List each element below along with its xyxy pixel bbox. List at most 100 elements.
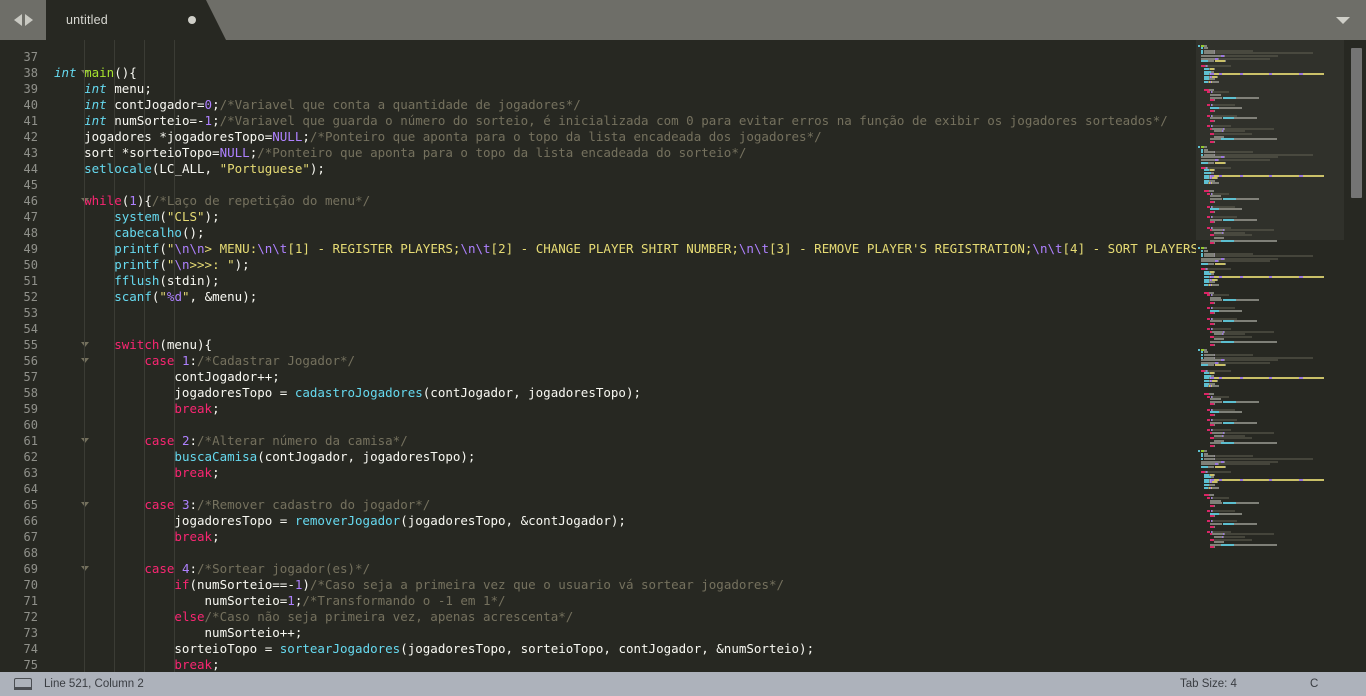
tab-navigation[interactable] — [0, 0, 46, 40]
code-line[interactable]: case 4:/*Sortear jogador(es)*/ — [54, 561, 370, 577]
minimap-line-segment — [1219, 463, 1270, 466]
code-line[interactable]: switch(menu){ — [54, 337, 212, 353]
code-line[interactable]: int main(){ — [54, 65, 137, 81]
token-pl: numSorteio=- — [106, 113, 205, 128]
token-call: sortearJogadores — [279, 641, 401, 656]
tab-bar: untitled — [0, 0, 1366, 40]
tab-label: untitled — [66, 13, 108, 27]
tab-untitled[interactable]: untitled — [46, 0, 226, 40]
token-typ: int — [84, 81, 107, 96]
console-icon[interactable] — [14, 678, 32, 690]
minimap[interactable] — [1196, 40, 1344, 672]
token-cm: /*Ponteiro que aponta para o topo da lis… — [257, 145, 747, 160]
minimap-line-segment — [1208, 465, 1215, 468]
token-cm: /*Sortear jogador(es)*/ — [197, 561, 371, 576]
token-cm: /*Remover cadastro do jogador*/ — [197, 497, 431, 512]
token-str: [3] - REMOVE PLAYER'S REGISTRATION; — [769, 241, 1033, 256]
tab-overflow-menu-button[interactable] — [1320, 0, 1366, 40]
code-line[interactable]: else/*Caso não seja primeira vez, apenas… — [54, 609, 573, 625]
minimap-line-segment — [1198, 146, 1201, 148]
code-line[interactable]: case 1:/*Cadastrar Jogador*/ — [54, 353, 355, 369]
code-line[interactable]: jogadoresTopo = cadastroJogadores(contJo… — [54, 385, 641, 401]
vertical-scrollbar[interactable] — [1348, 40, 1366, 672]
code-line[interactable]: jogadoresTopo = removerJogador(jogadores… — [54, 513, 626, 529]
line-number: 46 — [23, 194, 38, 208]
code-line[interactable]: int numSorteio=-1;/*Variavel que guarda … — [54, 113, 1168, 129]
minimap-line-segment — [1214, 343, 1216, 346]
minimap-line-segment — [1201, 465, 1209, 468]
minimap-line-segment — [1221, 341, 1234, 343]
code-line[interactable]: break; — [54, 401, 219, 417]
token-str: "CLS" — [166, 209, 205, 224]
code-line[interactable]: break; — [54, 465, 219, 481]
token-pl: (); — [181, 225, 205, 240]
code-line[interactable]: jogadores *jogadoresTopo=NULL;/*Ponteiro… — [54, 129, 822, 145]
minimap-line-segment — [1213, 473, 1216, 476]
code-line[interactable]: break; — [54, 657, 219, 672]
code-line[interactable]: numSorteio++; — [54, 625, 303, 641]
code-line[interactable]: cabecalho(); — [54, 225, 205, 241]
minimap-line-segment — [1214, 120, 1216, 122]
minimap-line-segment — [1214, 140, 1216, 143]
code-editor[interactable]: 37 38 39 40 41 42 43 44 45 46 47 48 49 50 51 52 53 54 55 56… — [0, 40, 1366, 672]
language-mode[interactable]: C — [1310, 678, 1318, 690]
token-call: system — [114, 209, 160, 224]
minimap-line-segment — [1214, 525, 1216, 528]
line-number: 64 — [23, 482, 38, 496]
minimap-line-segment — [1214, 200, 1216, 203]
code-line[interactable]: int contJogador=0;/*Variavel que conta a… — [54, 97, 581, 113]
minimap-line-segment — [1233, 341, 1277, 343]
minimap-line-segment — [1201, 161, 1209, 164]
token-pl: (numSorteio==- — [189, 577, 295, 592]
tab-size-setting[interactable]: Tab Size: 4 — [1180, 678, 1237, 690]
token-kw: break — [174, 401, 213, 416]
code-line[interactable]: setlocale(LC_ALL, "Portuguese"); — [54, 161, 325, 177]
scrollbar-thumb[interactable] — [1351, 48, 1362, 198]
minimap-line-segment — [1236, 299, 1259, 302]
code-line[interactable]: sort *sorteioTopo=NULL;/*Ponteiro que ap… — [54, 145, 746, 161]
line-number: 66 — [23, 514, 38, 528]
token-fn: main — [84, 65, 115, 80]
code-line[interactable]: numSorteio=1;/*Transformando o -1 em 1*/ — [54, 593, 506, 609]
token-kw: break — [174, 465, 213, 480]
token-str: " — [181, 289, 190, 304]
code-line[interactable]: printf("\n\n> MENU:\n\t[1] - REGISTER PL… — [54, 241, 1266, 257]
code-line[interactable]: case 2:/*Alterar número da camisa*/ — [54, 433, 407, 449]
minimap-line-segment — [1272, 377, 1300, 380]
minimap-line-segment — [1233, 320, 1258, 323]
arrow-left-icon[interactable] — [13, 14, 22, 26]
line-number: 43 — [23, 146, 38, 160]
line-number: 69 — [23, 562, 38, 576]
code-line[interactable]: system("CLS"); — [54, 209, 219, 225]
token-call: buscaCamisa — [174, 449, 258, 464]
code-fold-column[interactable] — [40, 40, 89, 672]
tab-dirty-indicator[interactable] — [188, 16, 196, 24]
token-num: NULL — [219, 145, 250, 160]
minimap-line-segment — [1302, 174, 1324, 177]
minimap-line-segment — [1215, 161, 1225, 164]
line-number: 57 — [23, 370, 38, 384]
minimap-line-segment — [1214, 221, 1216, 224]
code-line[interactable]: buscaCamisa(contJogador, jogadoresTopo); — [54, 449, 475, 465]
minimap-line-segment — [1302, 377, 1324, 380]
line-number: 48 — [23, 226, 38, 240]
code-line[interactable]: case 3:/*Remover cadastro do jogador*/ — [54, 497, 430, 513]
minimap-line-segment — [1236, 400, 1259, 403]
code-content[interactable]: int main(){ int menu; int contJogador=0;… — [54, 40, 1366, 672]
code-line[interactable]: contJogador++; — [54, 369, 279, 385]
code-line[interactable]: if(numSorteio==-1)/*Caso seja a primeira… — [54, 577, 784, 593]
token-pl: ); — [234, 257, 250, 272]
code-line[interactable]: int menu; — [54, 81, 152, 97]
token-pl: (){ — [114, 65, 137, 80]
minimap-line-segment — [1233, 239, 1277, 242]
token-pl: ( — [159, 257, 167, 272]
code-line[interactable]: break; — [54, 529, 219, 545]
token-pl: ; — [302, 129, 310, 144]
code-line[interactable]: while(1){/*Laço de repetição do menu*/ — [54, 193, 370, 209]
arrow-right-icon[interactable] — [24, 14, 33, 26]
code-line[interactable]: sorteioTopo = sortearJogadores(jogadores… — [54, 641, 814, 657]
token-pl: ; — [212, 97, 220, 112]
code-line[interactable]: fflush(stdin); — [54, 273, 219, 289]
line-number: 53 — [23, 306, 38, 320]
cursor-position[interactable]: Line 521, Column 2 — [44, 678, 144, 690]
